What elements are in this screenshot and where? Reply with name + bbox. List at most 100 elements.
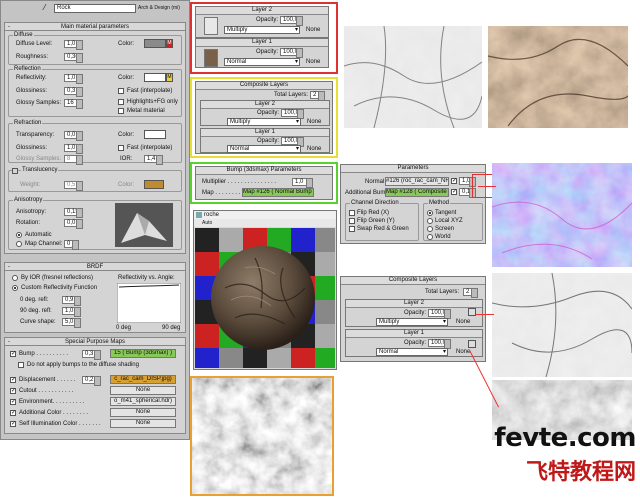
blend-mode-dropdown[interactable]: Multiply: [227, 118, 301, 126]
addbump-enable-checkbox[interactable]: [451, 188, 457, 196]
checker-tile: [195, 324, 219, 348]
fast-interpolate-checkbox[interactable]: [118, 88, 124, 94]
blend-mode-dropdown[interactable]: Normal: [376, 348, 448, 356]
self-illumination-checkbox[interactable]: [10, 420, 16, 428]
local-xyz-radio[interactable]: [427, 218, 433, 224]
material-type-button[interactable]: Arch & Design (mi): [138, 4, 190, 13]
opacity-spinner[interactable]: 100,0: [428, 339, 451, 349]
bump-params-header: Bump (3dsmax) Parameters: [196, 167, 332, 175]
reflection-map-button[interactable]: M: [166, 73, 173, 82]
curve-shape-spinner[interactable]: 5,0: [62, 318, 81, 328]
self-illumination-map-button[interactable]: None: [110, 419, 176, 428]
map-channel-spinner[interactable]: 0: [64, 240, 79, 250]
opacity-spinner[interactable]: 100,0: [281, 109, 304, 119]
cutout-map-button[interactable]: None: [110, 386, 176, 395]
bump-normal-map-button[interactable]: Map #126 ( Normal Bump ): [242, 188, 314, 197]
multiplier-label: Multiplier . . . . . . . . . . . . . . .: [202, 179, 277, 185]
rollout-special-maps[interactable]: - Special Purpose Maps: [4, 337, 186, 346]
total-layers-spinner[interactable]: 2: [463, 288, 478, 298]
reflectivity-spinner[interactable]: 1,0: [64, 74, 83, 84]
opacity-spinner[interactable]: 100,0: [280, 16, 303, 26]
displacement-checkbox[interactable]: [10, 376, 16, 384]
flip-red-checkbox[interactable]: [349, 210, 355, 216]
additional-bump-map-button[interactable]: Map #128 ( Composite ): [385, 188, 449, 197]
anisotropy-spinner[interactable]: 0,15: [64, 208, 83, 218]
flip-green-checkbox[interactable]: [349, 218, 355, 224]
layer-map-thumbnail[interactable]: [204, 17, 218, 35]
refr-fast-interpolate-checkbox[interactable]: [118, 145, 124, 151]
swap-red-green-checkbox[interactable]: [349, 226, 355, 232]
rollout-brdf[interactable]: - BRDF: [4, 262, 186, 271]
no-apply-bumps-checkbox[interactable]: [18, 362, 24, 368]
auto-toggle[interactable]: Auto: [202, 219, 212, 227]
metal-material-label: Metal material: [127, 108, 165, 114]
metal-material-checkbox[interactable]: [118, 108, 124, 114]
layer-map-thumbnail[interactable]: [204, 49, 218, 67]
blend-mode-dropdown[interactable]: Multiply: [376, 318, 448, 326]
highlights-fg-checkbox[interactable]: [118, 99, 124, 105]
map-channel-radio[interactable]: [16, 241, 22, 247]
bump-amount-spinner[interactable]: 0,3: [82, 350, 101, 360]
additional-color-map-button[interactable]: None: [110, 408, 176, 417]
displacement-map-button[interactable]: c_rac_cam_DISP.jpg): [110, 375, 176, 384]
addbump-amount-spinner[interactable]: 0,1: [459, 188, 476, 198]
additional-color-checkbox[interactable]: [10, 409, 16, 417]
opacity-spinner[interactable]: 100,0: [428, 309, 451, 319]
multiplier-spinner[interactable]: 1,0: [292, 178, 313, 188]
refr-glossy-samples-spinner[interactable]: 8: [64, 155, 83, 165]
refraction-color-swatch[interactable]: [144, 130, 166, 139]
transparency-spinner[interactable]: 0,0: [64, 131, 83, 141]
rollout-title: Special Purpose Maps: [64, 339, 126, 345]
world-radio[interactable]: [427, 234, 433, 240]
checker-tile: [315, 276, 335, 300]
opacity-spinner[interactable]: 100,0: [280, 48, 303, 58]
blend-mode-dropdown[interactable]: Normal: [224, 58, 300, 66]
normal-map-button[interactable]: #126 (roc_rac_cam_NRM.jpg): [385, 177, 449, 186]
material-name-field[interactable]: Rock: [54, 4, 136, 13]
eyedropper-icon[interactable]: ⁄: [44, 3, 45, 12]
layer-header: Layer 2: [346, 300, 482, 308]
tangent-radio[interactable]: [427, 210, 433, 216]
link-icon[interactable]: [468, 308, 476, 316]
normal-enable-checkbox[interactable]: [451, 177, 457, 185]
rotation-spinner[interactable]: 0,0: [64, 219, 83, 229]
diffuse-color-swatch[interactable]: [144, 39, 166, 48]
glossiness-spinner[interactable]: 0,3: [64, 87, 83, 97]
screen-radio[interactable]: [427, 226, 433, 232]
top-layer2-panel: Layer 2 Opacity: 100,0 Multiply None: [195, 6, 329, 38]
rollout-main-params[interactable]: - Main material parameters: [4, 22, 186, 31]
environment-checkbox[interactable]: [10, 398, 16, 406]
deg90-label: 90 deg. refl:: [20, 308, 52, 314]
translucency-color-swatch[interactable]: [144, 180, 164, 189]
roughness-spinner[interactable]: 0,36: [64, 53, 83, 63]
group-title: Anisotropy: [13, 197, 44, 204]
blend-mode-dropdown[interactable]: Normal: [227, 145, 301, 153]
reflection-color-swatch[interactable]: [144, 73, 166, 82]
normal-amount-spinner[interactable]: 1,0: [459, 177, 476, 187]
custom-reflectivity-radio[interactable]: [12, 285, 18, 291]
weight-label: Weight:: [20, 182, 41, 188]
environment-map-button[interactable]: o_m41_spherical.hdr): [110, 397, 176, 406]
refr-glossiness-spinner[interactable]: 1,0: [64, 144, 83, 154]
displacement-spinner[interactable]: 0,2: [82, 376, 101, 386]
diffuse-map-button[interactable]: M: [166, 39, 173, 48]
by-ior-radio[interactable]: [12, 275, 18, 281]
blend-mode-dropdown[interactable]: Multiply: [224, 26, 300, 34]
link-icon[interactable]: [468, 340, 476, 348]
bump-map-button[interactable]: 15 ( Bump (3dsmax) ): [110, 349, 176, 358]
weight-spinner[interactable]: 0,5: [64, 181, 83, 191]
total-layers-spinner[interactable]: 2: [310, 91, 325, 101]
deg0-spinner[interactable]: 0,9: [62, 296, 81, 306]
deg90-spinner[interactable]: 1,0: [62, 307, 81, 317]
translucency-checkbox[interactable]: [12, 168, 18, 174]
glossy-samples-spinner[interactable]: 16: [64, 99, 83, 109]
rotation-label: Rotation:: [16, 220, 41, 226]
bump-checkbox[interactable]: [10, 350, 16, 358]
cutout-checkbox[interactable]: [10, 387, 16, 395]
ior-spinner[interactable]: 1,4: [144, 155, 163, 165]
opacity-spinner[interactable]: 100,0: [281, 137, 304, 147]
normal-map-texture-preview: [492, 163, 632, 267]
none-label: None: [456, 319, 471, 325]
diffuse-level-spinner[interactable]: 1,0: [64, 40, 83, 50]
automatic-radio[interactable]: [16, 232, 22, 238]
